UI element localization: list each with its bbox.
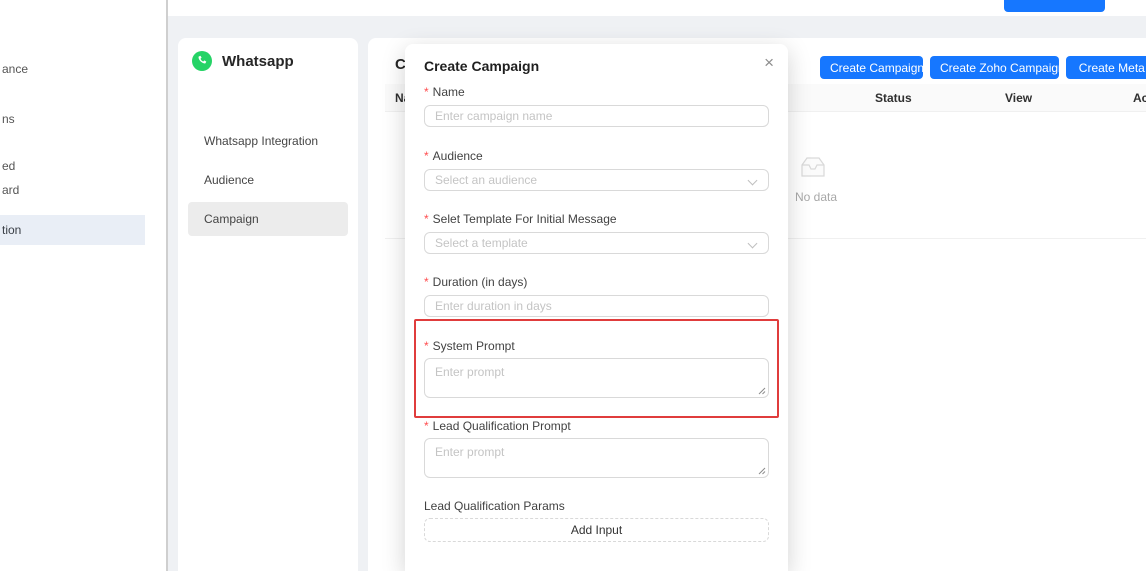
menu-item-whatsapp-integration[interactable]: Whatsapp Integration: [188, 124, 348, 158]
create-campaign-modal: Create Campaign × * Name * Audience Sele…: [405, 44, 788, 571]
menu-item-campaign[interactable]: Campaign: [188, 202, 348, 236]
select-placeholder: Select a template: [435, 236, 528, 250]
menu-item-audience[interactable]: Audience: [188, 163, 348, 197]
chevron-down-icon: [747, 238, 758, 249]
chevron-down-icon: [747, 175, 758, 186]
campaign-name-input[interactable]: [424, 105, 769, 127]
required-asterisk: *: [424, 85, 429, 99]
system-prompt-textarea-wrap: [424, 358, 769, 398]
template-select[interactable]: Select a template: [424, 232, 769, 254]
menu-item-label: Campaign: [204, 212, 259, 226]
top-right-button[interactable]: [1004, 0, 1105, 12]
empty-inbox-icon: [798, 154, 828, 185]
audience-select[interactable]: Select an audience: [424, 169, 769, 191]
required-asterisk: *: [424, 212, 429, 226]
template-field-label: * Selet Template For Initial Message: [424, 212, 617, 226]
sidebar-item[interactable]: ance: [0, 54, 145, 84]
duration-input[interactable]: [424, 295, 769, 317]
required-asterisk: *: [424, 419, 429, 433]
audience-field-label: * Audience: [424, 149, 483, 163]
add-input-button[interactable]: Add Input: [424, 518, 769, 542]
column-header-status: Status: [875, 91, 912, 105]
lead-qualification-prompt-label: * Lead Qualification Prompt: [424, 419, 571, 433]
sidebar-item-label: ed: [2, 159, 16, 173]
empty-state-text: No data: [795, 190, 838, 204]
lead-qualification-params-label: Lead Qualification Params: [424, 499, 565, 513]
create-meta-lead-button[interactable]: Create Meta Lea: [1066, 56, 1146, 79]
select-placeholder: Select an audience: [435, 173, 538, 187]
create-zoho-campaign-button[interactable]: Create Zoho Campaign: [930, 56, 1059, 79]
lead-qualification-prompt-textarea[interactable]: [424, 438, 769, 478]
sidebar-item-label: ance: [2, 62, 29, 76]
sidebar-item[interactable]: ns: [0, 104, 145, 134]
sidebar-item-selected[interactable]: tion: [0, 215, 145, 245]
required-asterisk: *: [424, 149, 429, 163]
column-header-action: Actio: [1133, 91, 1146, 105]
menu-item-label: Audience: [204, 173, 255, 187]
close-icon[interactable]: ×: [764, 54, 774, 71]
required-asterisk: *: [424, 275, 429, 289]
modal-title: Create Campaign: [424, 58, 540, 74]
whatsapp-panel-title: Whatsapp: [222, 53, 294, 70]
duration-field-label: * Duration (in days): [424, 275, 528, 289]
sidebar-item[interactable]: ard: [0, 175, 145, 205]
sidebar-item-label: ard: [2, 183, 20, 197]
name-field-label: * Name: [424, 85, 465, 99]
required-asterisk: *: [424, 339, 429, 353]
lead-qualification-prompt-wrap: [424, 438, 769, 478]
system-prompt-field-label: * System Prompt: [424, 339, 515, 353]
whatsapp-panel: Whatsapp Whatsapp Integration Audience C…: [178, 38, 358, 571]
whatsapp-icon: [192, 51, 212, 71]
system-prompt-textarea[interactable]: [424, 358, 769, 398]
sidebar-item-label: tion: [2, 223, 22, 237]
column-header-view: View: [1005, 91, 1033, 105]
menu-item-label: Whatsapp Integration: [204, 134, 319, 148]
sidebar-item-label: ns: [2, 112, 15, 126]
left-sidebar: ance ns ed ard tion: [0, 0, 167, 571]
create-campaign-button[interactable]: Create Campaign: [820, 56, 923, 79]
